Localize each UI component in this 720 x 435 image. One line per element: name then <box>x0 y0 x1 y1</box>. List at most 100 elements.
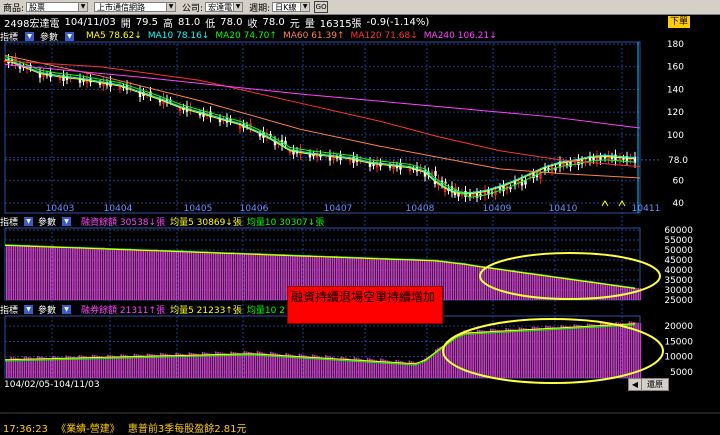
restore-button[interactable]: 還原 <box>641 378 669 391</box>
short-bar <box>600 322 602 378</box>
short-bar <box>153 354 155 378</box>
margin-bar <box>514 270 516 300</box>
short-bar <box>589 323 591 378</box>
margin-bar <box>36 246 39 300</box>
short-bar <box>58 357 61 378</box>
margin-bar <box>278 254 281 300</box>
short-bar <box>171 355 173 378</box>
margin-bar <box>230 252 232 300</box>
short-bar <box>226 353 228 378</box>
short-bar <box>195 353 197 378</box>
short-bar <box>538 327 540 378</box>
short-bar <box>155 355 158 378</box>
margin-bar <box>562 277 565 300</box>
short-bar <box>556 327 558 378</box>
margin-bar <box>127 248 129 300</box>
indicator-button[interactable]: 指標 ▼ 參數 ▼ <box>0 303 76 316</box>
margin-bar <box>173 250 175 300</box>
margin-bar <box>50 245 52 300</box>
short-bar <box>311 354 314 378</box>
margin-bar <box>188 252 191 300</box>
short-bar <box>529 329 532 378</box>
short-bar <box>239 353 241 378</box>
short-bar <box>87 356 89 378</box>
margin-bar <box>74 246 76 300</box>
short-bar <box>619 322 622 378</box>
short-bar <box>281 354 283 378</box>
short-bar <box>384 359 386 378</box>
margin-bar <box>107 249 109 300</box>
margin-bar <box>63 247 65 300</box>
short-bar <box>512 329 514 378</box>
margin-axis-label: 45000 <box>664 256 693 266</box>
short-bar <box>483 330 485 378</box>
short-axis-label: 20000 <box>664 322 693 332</box>
margin-bar <box>131 250 133 300</box>
short-bar <box>173 355 175 378</box>
short-bar <box>85 356 87 378</box>
margin-bar <box>177 250 180 300</box>
margin-bar <box>613 284 615 300</box>
margin-axis-label: 35000 <box>664 276 693 286</box>
margin-bar <box>448 262 450 300</box>
margin-bar <box>252 253 254 300</box>
margin-legend-item: 融資餘額 30538↓張 <box>81 217 166 228</box>
margin-bar <box>138 250 140 300</box>
short-bar <box>102 356 105 378</box>
short-bar <box>116 356 118 378</box>
margin-bar <box>14 245 17 300</box>
short-bar <box>34 358 37 378</box>
margin-bar <box>116 249 118 300</box>
margin-bar <box>28 244 30 300</box>
short-bar <box>338 358 340 378</box>
short-bar <box>516 330 518 378</box>
margin-legend-item: 均量5 30869↓張 <box>170 217 242 228</box>
price-axis-label: 160 <box>667 63 684 73</box>
margin-bar <box>468 265 470 300</box>
short-bar <box>547 325 549 378</box>
margin-bar <box>267 254 270 300</box>
margin-bar <box>226 252 228 300</box>
short-bar <box>127 355 129 378</box>
short-bar <box>296 356 298 378</box>
indicator-label: 指標 <box>0 305 19 316</box>
short-bar <box>157 355 160 378</box>
margin-bar <box>41 246 43 300</box>
short-bar <box>613 324 615 378</box>
margin-bar <box>551 276 554 300</box>
margin-bar <box>146 249 149 300</box>
short-bar <box>47 358 50 378</box>
short-bar <box>604 323 606 378</box>
margin-bar <box>219 252 221 300</box>
short-bar <box>459 333 461 378</box>
margin-bar <box>78 246 81 300</box>
indicator-button[interactable]: 指標 ▼ 參數 ▼ <box>0 215 76 228</box>
margin-bar <box>89 248 92 300</box>
margin-bar <box>223 252 226 300</box>
margin-bar <box>80 248 83 300</box>
margin-bar <box>105 249 107 300</box>
margin-bar <box>72 246 74 300</box>
short-bar <box>129 355 131 378</box>
month-label: 10411 <box>632 204 661 214</box>
short-bar <box>237 352 239 378</box>
margin-bar <box>129 248 131 300</box>
short-bar <box>263 352 265 378</box>
short-bar <box>622 323 624 378</box>
short-bar <box>575 324 578 378</box>
margin-bar <box>265 254 268 300</box>
margin-bar <box>208 253 210 300</box>
margin-bar <box>259 253 261 300</box>
margin-bar <box>571 279 573 300</box>
short-bar <box>492 329 494 378</box>
indicator-label: 指標 <box>0 217 19 228</box>
short-bar <box>336 358 338 378</box>
short-bar <box>520 327 523 378</box>
margin-bar <box>560 277 562 300</box>
pane-frame <box>4 315 641 379</box>
scroll-left-button[interactable]: ◀ <box>628 378 642 391</box>
margin-bar <box>120 248 122 300</box>
margin-bar <box>575 280 578 300</box>
margin-bar <box>12 245 15 300</box>
pane-frame <box>4 41 641 214</box>
